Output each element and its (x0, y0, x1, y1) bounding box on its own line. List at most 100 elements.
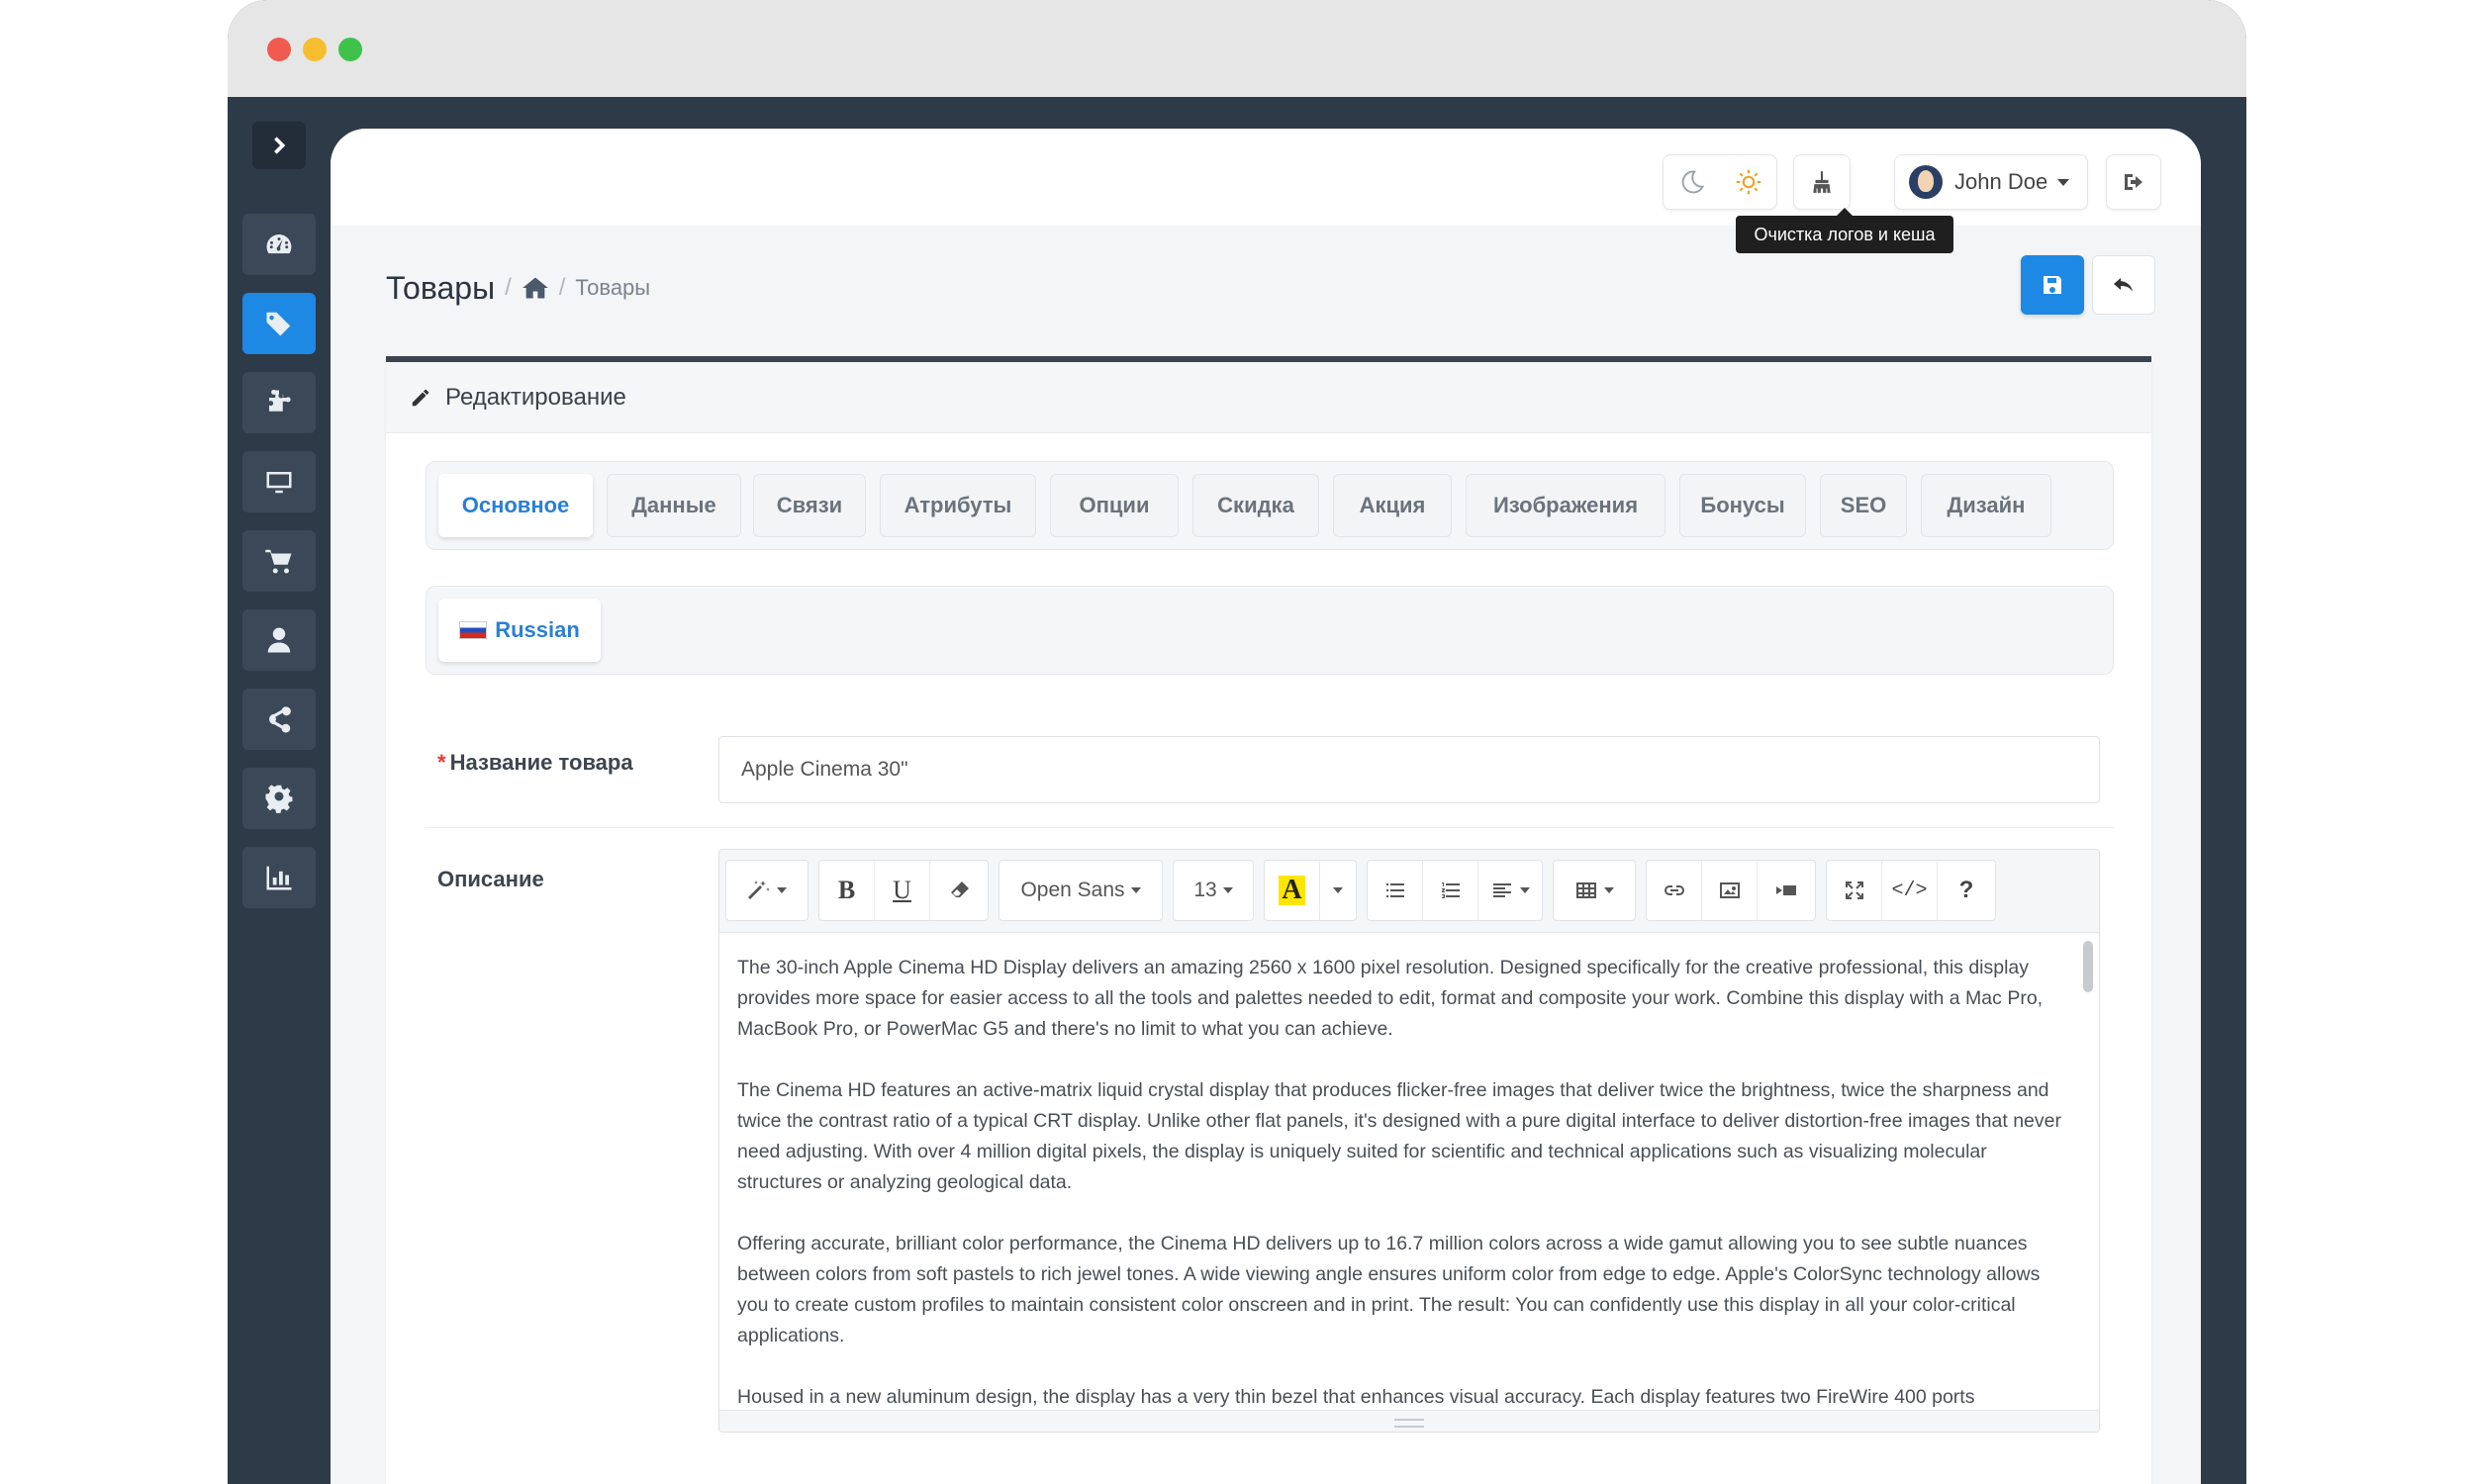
product-name-input[interactable] (718, 736, 2100, 803)
sidebar-toggle-button[interactable] (252, 122, 306, 169)
dark-theme-button[interactable] (1664, 155, 1720, 209)
card-title: Редактирование (445, 383, 626, 411)
puzzle-icon (269, 389, 291, 412)
link-button[interactable] (1647, 861, 1702, 920)
language-label: Russian (495, 617, 580, 642)
sidebar-item-settings[interactable] (242, 768, 316, 829)
chevron-right-icon (274, 137, 286, 154)
font-family-dropdown[interactable]: Open Sans (999, 861, 1162, 920)
list-ul-icon (1385, 883, 1404, 897)
gear-icon (265, 785, 293, 813)
reply-icon (2114, 278, 2133, 292)
link-icon (1664, 885, 1684, 895)
description-label: Описание (437, 867, 544, 891)
moon-icon (1681, 170, 1704, 194)
save-button[interactable] (2021, 255, 2084, 315)
light-theme-button[interactable] (1720, 155, 1776, 209)
style-button[interactable] (726, 861, 808, 920)
sidebar-item-catalog[interactable] (242, 293, 316, 354)
description-editor[interactable]: B U Open Sans 13 A </> ? The 30-inch App… (718, 849, 2100, 1433)
maximize-window-dot[interactable] (338, 38, 362, 61)
tab-general[interactable]: Основное (438, 474, 593, 537)
editor-paragraph: The 30-inch Apple Cinema HD Display deli… (737, 957, 2044, 1040)
text-color-button[interactable]: A (1265, 861, 1320, 920)
language-tabs: Russian (426, 586, 2114, 675)
sign-out-icon (2125, 174, 2142, 190)
image-button[interactable] (1702, 861, 1758, 920)
table-dropdown[interactable] (1554, 861, 1635, 920)
ordered-list-button[interactable] (1423, 861, 1478, 920)
minimize-window-dot[interactable] (303, 38, 327, 61)
tab-seo[interactable]: SEO (1820, 474, 1907, 537)
cart-icon (265, 549, 292, 574)
sidebar-item-marketing[interactable] (242, 689, 316, 750)
video-button[interactable] (1758, 861, 1815, 920)
insert-group (1646, 860, 1816, 921)
required-star: * (437, 750, 446, 775)
tab-data[interactable]: Данные (607, 474, 741, 537)
sidebar-item-dashboard[interactable] (242, 214, 316, 275)
avatar (1909, 165, 1943, 199)
color-dropdown[interactable] (1320, 861, 1356, 920)
caret-down-icon (1604, 887, 1614, 893)
editor-content[interactable]: The 30-inch Apple Cinema HD Display deli… (719, 933, 2099, 1408)
editor-resize-handle[interactable] (719, 1410, 2099, 1432)
edit-card: Редактирование Основное Данные Связи Атр… (386, 356, 2151, 1484)
tab-design[interactable]: Дизайн (1921, 474, 2051, 537)
dashboard-icon (266, 234, 292, 254)
monitor-icon (266, 472, 292, 494)
sidebar-item-extensions[interactable] (242, 372, 316, 433)
align-dropdown[interactable] (1478, 861, 1542, 920)
page-title: Товары (386, 269, 496, 306)
color-group: A (1264, 860, 1357, 921)
help-button[interactable]: ? (1938, 861, 1995, 920)
back-button[interactable] (2092, 255, 2155, 315)
editor-scrollbar[interactable] (2083, 941, 2093, 992)
tab-attributes[interactable]: Атрибуты (880, 474, 1036, 537)
sidebar-item-sales[interactable] (242, 530, 316, 592)
home-icon (522, 277, 548, 298)
sidebar-item-reports[interactable] (242, 847, 316, 908)
card-header: Редактирование (386, 362, 2151, 433)
font-size-group: 13 (1173, 860, 1254, 921)
caret-down-icon (1130, 887, 1141, 893)
breadcrumb-separator: / (558, 274, 566, 301)
floppy-disk-icon (2044, 276, 2061, 294)
russian-flag-icon (459, 621, 488, 639)
tab-language-russian[interactable]: Russian (438, 599, 601, 662)
sidebar-item-customers[interactable] (242, 609, 316, 671)
video-icon (1776, 885, 1796, 895)
user-menu[interactable]: John Doe (1894, 154, 2088, 210)
clear-format-button[interactable] (930, 861, 988, 920)
product-name-label: * Название товара (437, 750, 633, 775)
magic-wand-icon (748, 881, 770, 899)
breadcrumb-current[interactable]: Товары (575, 275, 650, 301)
top-bar: John Doe (331, 129, 2201, 226)
unordered-list-button[interactable] (1368, 861, 1423, 920)
caret-down-icon (777, 887, 787, 893)
sidebar-item-design[interactable] (242, 451, 316, 512)
underline-button[interactable]: U (875, 861, 930, 920)
table-icon (1576, 882, 1596, 898)
clear-cache-button[interactable] (1793, 154, 1851, 210)
caret-down-icon (1333, 887, 1343, 893)
tab-discount[interactable]: Скидка (1192, 474, 1319, 537)
tab-images[interactable]: Изображения (1466, 474, 1665, 537)
bold-button[interactable]: B (819, 861, 875, 920)
image-icon (1719, 882, 1740, 898)
window-titlebar (228, 0, 2246, 97)
main-panel: John Doe Очистка логов и кеша Товары / /… (331, 129, 2201, 1484)
close-window-dot[interactable] (267, 38, 291, 61)
breadcrumb-separator: / (505, 274, 512, 301)
tab-rewards[interactable]: Бонусы (1679, 474, 1806, 537)
breadcrumb-home-link[interactable] (522, 270, 549, 307)
code-view-button[interactable]: </> (1882, 861, 1938, 920)
fullscreen-button[interactable] (1827, 861, 1882, 920)
user-name: John Doe (1954, 169, 2048, 194)
font-family-group: Open Sans (999, 860, 1163, 921)
logout-button[interactable] (2106, 154, 2161, 210)
tab-links[interactable]: Связи (753, 474, 866, 537)
tab-special[interactable]: Акция (1333, 474, 1452, 537)
font-size-dropdown[interactable]: 13 (1174, 861, 1253, 920)
tab-options[interactable]: Опции (1050, 474, 1179, 537)
